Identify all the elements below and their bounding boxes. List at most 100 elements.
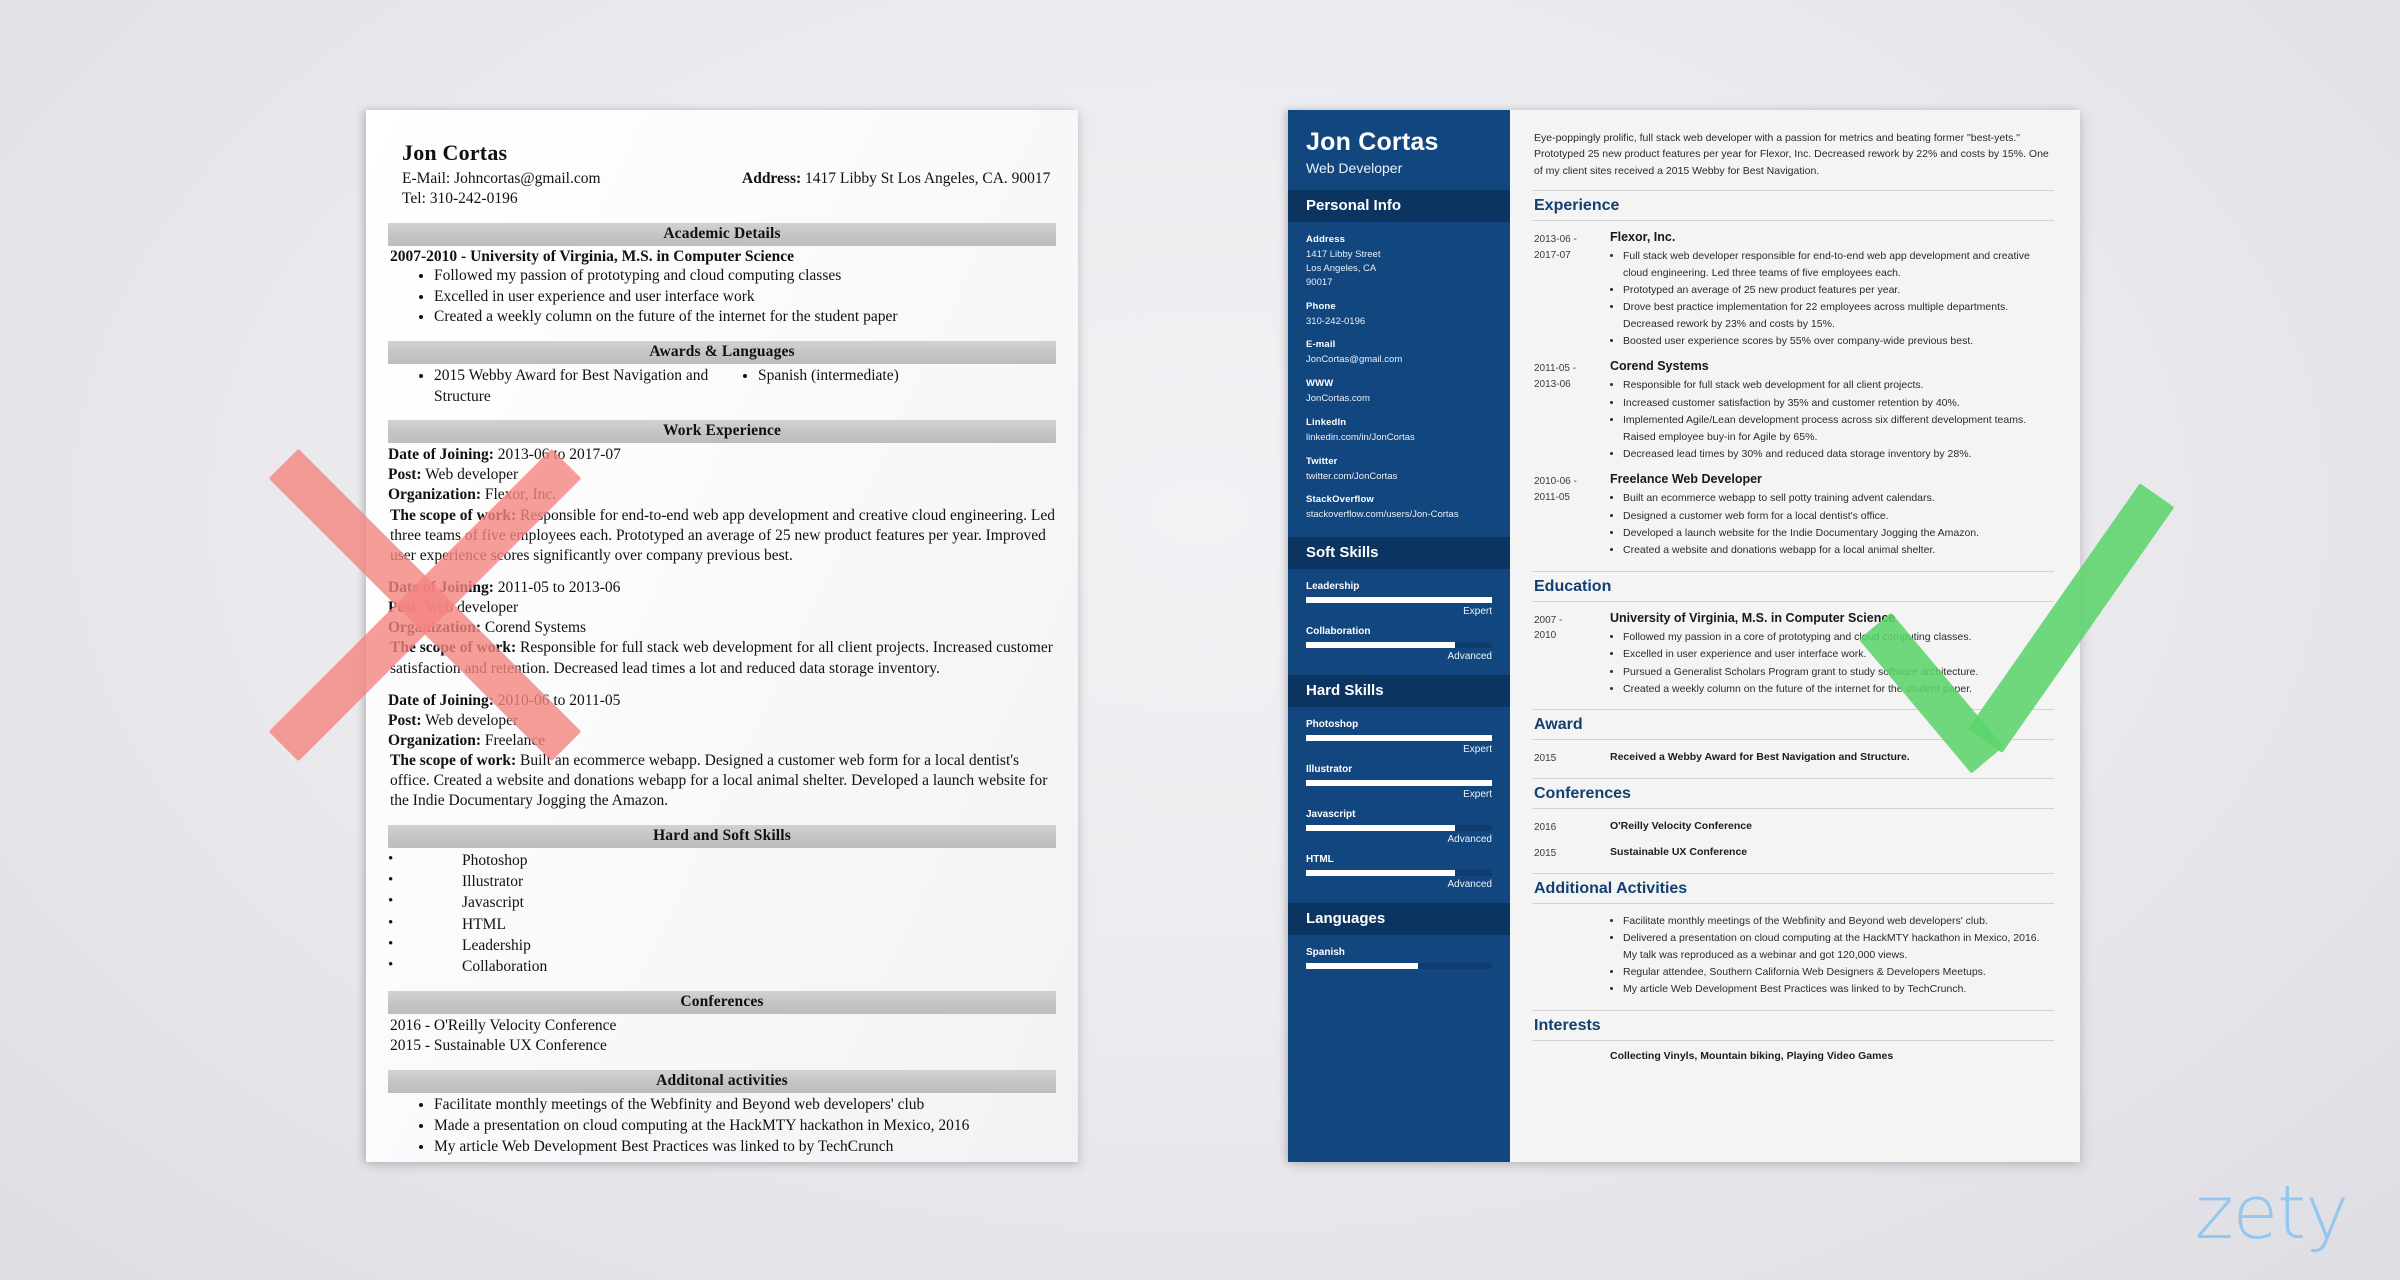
- skill-name: Javascript: [1306, 809, 1356, 821]
- bad-language-item: Spanish (intermediate): [758, 366, 1056, 386]
- experience-entry: 2011-05 -2013-06 Corend Systems Responsibl…: [1532, 359, 2054, 463]
- hard-skill-row: Photoshop Expert: [1306, 719, 1492, 755]
- email-label: E-Mail:: [402, 170, 451, 187]
- good-award-entries: 2015 Received a Webby Award for Best Navi…: [1532, 749, 2054, 767]
- skill-name: Spanish: [1306, 947, 1345, 959]
- entry-bullets: Built an ecommerce webapp to sell potty …: [1623, 490, 2052, 559]
- entry-bullet: Facilitate monthly meetings of the Webfi…: [1623, 913, 2052, 929]
- bad-conferences-list: 2016 - O'Reilly Velocity Conference 2015 …: [388, 1016, 1056, 1057]
- good-section-award-title: Award: [1532, 709, 2054, 741]
- experience-entry: 2010-06 -2011-05 Freelance Web Developer B…: [1532, 472, 2054, 560]
- address-label: Address:: [742, 170, 802, 187]
- good-section-experience-title: Experience: [1532, 190, 2054, 222]
- sidebar-field: WWW JonCortas.com: [1306, 378, 1492, 406]
- entry-bullet: Designed a customer web form for a local…: [1623, 508, 2052, 524]
- entry-bullets: Facilitate monthly meetings of the Webfi…: [1623, 913, 2052, 998]
- skill-track: [1306, 597, 1492, 604]
- entry-bullets: Followed my passion in a core of prototy…: [1623, 629, 2052, 698]
- good-resume-role: Web Developer: [1306, 160, 1403, 177]
- bad-job-scope: The scope of work: Responsible for full …: [390, 639, 1053, 677]
- entry-body: O'Reilly Velocity Conference: [1610, 818, 2052, 836]
- bad-job-post: Post: Web developer: [388, 466, 519, 484]
- hard-skill-row: Illustrator Expert: [1306, 764, 1492, 800]
- entry-org: Corend Systems: [1610, 359, 1709, 374]
- entry-body: Sustainable UX Conference: [1610, 844, 2052, 862]
- bad-resume-tel-line: Tel: 310-242-0196: [402, 189, 742, 209]
- bad-conference-line: 2015 - Sustainable UX Conference: [390, 1037, 607, 1055]
- entry-body: Facilitate monthly meetings of the Webfi…: [1610, 913, 2052, 999]
- bad-job-post: Post: Web developer: [388, 599, 519, 617]
- bad-section-additional-title: Additonal activities: [388, 1069, 1056, 1093]
- good-experience-entries: 2013-06 -2017-07 Flexor, Inc. Full stack w…: [1532, 230, 2054, 560]
- entry-bullet: Drove best practice implementation for 2…: [1623, 299, 2052, 332]
- tel-label: Tel:: [402, 190, 426, 208]
- sidebar-personal-info-fields: Address 1417 Libby Street Los Angeles, CA 9…: [1288, 222, 1510, 537]
- experience-entry: 2013-06 -2017-07 Flexor, Inc. Full stack w…: [1532, 230, 2054, 350]
- entry-text: O'Reilly Velocity Conference: [1610, 819, 1752, 832]
- entry-dates: 2011-05 -2013-06: [1534, 363, 1577, 390]
- skill-level-label: Advanced: [1447, 834, 1492, 846]
- entry-bullet: Boosted user experience scores by 55% ov…: [1623, 333, 2052, 349]
- good-resume-summary: Eye-poppingly prolific, full stack web d…: [1534, 132, 2049, 177]
- skill-track: [1306, 870, 1492, 877]
- bad-resume-contact-left: E-Mail: Johncortas@gmail.com Tel: 310-24…: [402, 169, 742, 210]
- skill-fill: [1306, 642, 1455, 649]
- soft-skill-row: Collaboration Advanced: [1306, 626, 1492, 662]
- sidebar-languages-list: Spanish: [1288, 935, 1510, 982]
- bad-skill-item: Javascript: [388, 891, 1056, 913]
- soft-skill-row: Leadership Expert: [1306, 581, 1492, 617]
- skill-track: [1306, 825, 1492, 832]
- education-entry: 2007 -2010 University of Virginia, M.S. i…: [1532, 611, 2054, 699]
- sidebar-section-languages-title: Languages: [1288, 903, 1510, 936]
- good-resume-main: Eye-poppingly prolific, full stack web d…: [1510, 110, 2080, 1162]
- sidebar-field-value: 310-242-0196: [1306, 315, 1366, 327]
- skill-name: Illustrator: [1306, 764, 1353, 776]
- bad-section-academic-title: Academic Details: [388, 222, 1056, 246]
- entry-bullet: Increased customer satisfaction by 35% a…: [1623, 395, 2052, 411]
- hard-skill-row: Javascript Advanced: [1306, 809, 1492, 845]
- sidebar-hard-skills-list: Photoshop Expert Illustrator Expert Javascri…: [1288, 707, 1510, 903]
- good-interests-dates: [1534, 1048, 1610, 1062]
- entry-bullet: Built an ecommerce webapp to sell potty …: [1623, 490, 2052, 506]
- entry-org: University of Virginia, M.S. in Computer…: [1610, 610, 1896, 625]
- entry-bullet: Implemented Agile/Lean development proce…: [1623, 412, 2052, 445]
- sidebar-field-label: Address: [1306, 234, 1346, 246]
- sidebar-field-value: JonCortas.com: [1306, 393, 1370, 405]
- bad-academic-bullet: Excelled in user experience and user int…: [434, 287, 1056, 308]
- bad-skill-item: HTML: [388, 913, 1056, 935]
- skill-level-label: Advanced: [1447, 879, 1492, 891]
- hard-skill-row: HTML Advanced: [1306, 854, 1492, 890]
- bad-skills-list: PhotoshopIllustratorJavascriptHTMLLeader…: [388, 848, 1056, 978]
- skill-fill: [1306, 735, 1492, 742]
- bad-award-item: 2015 Webby Award for Best Navigation and…: [434, 366, 722, 407]
- entry-bullets: Full stack web developer responsible for…: [1623, 248, 2052, 349]
- skill-track: [1306, 642, 1492, 649]
- entry-dates: [1534, 913, 1610, 999]
- sidebar-field-label: WWW: [1306, 378, 1334, 390]
- entry-bullet: Created a website and donations webapp f…: [1623, 542, 2052, 558]
- entry-bullet: Created a weekly column on the future of…: [1623, 681, 2052, 697]
- bad-skill-item: Photoshop: [388, 848, 1056, 871]
- skill-track: [1306, 735, 1492, 742]
- bad-awards-col-left: 2015 Webby Award for Best Navigation and…: [388, 366, 722, 407]
- entry-text: Sustainable UX Conference: [1610, 846, 1748, 859]
- bad-work-job: Date of Joining: 2013-06 to 2017-07 Post:…: [388, 445, 1056, 566]
- skill-name: Leadership: [1306, 581, 1360, 593]
- good-resume-page: Jon Cortas Web Developer Personal Info A…: [1288, 110, 2080, 1162]
- sidebar-section-hard-skills-title: Hard Skills: [1288, 675, 1510, 708]
- bad-resume-contact-row: E-Mail: Johncortas@gmail.com Tel: 310-24…: [402, 169, 1056, 210]
- entry-bullet: Excelled in user experience and user int…: [1623, 646, 2052, 662]
- bad-skill-item: Illustrator: [388, 870, 1056, 892]
- bad-resume-email-line: E-Mail: Johncortas@gmail.com: [402, 169, 742, 189]
- bad-work-job: Date of Joining: 2010-06 to 2011-05 Post:…: [388, 691, 1056, 812]
- bad-additional-bullet: Facilitate monthly meetings of the Webfi…: [434, 1095, 1056, 1116]
- bad-job-date: Date of Joining: 2010-06 to 2011-05: [388, 691, 621, 709]
- bad-awards-right-list: Spanish (intermediate): [758, 366, 1056, 386]
- entry-bullet: Pursued a Generalist Scholars Program gr…: [1623, 664, 2052, 680]
- bad-academic-heading: 2007-2010 - University of Virginia, M.S.…: [390, 247, 794, 265]
- entry-body: Freelance Web Developer Built an ecommerc…: [1610, 472, 2052, 560]
- entry-bullet: Delivered a presentation on cloud comput…: [1623, 930, 2052, 963]
- skill-level-label: Expert: [1463, 789, 1492, 801]
- bad-job-post: Post: Web developer: [388, 711, 519, 729]
- sidebar-field-value: stackoverflow.com/users/Jon-Cortas: [1306, 509, 1459, 521]
